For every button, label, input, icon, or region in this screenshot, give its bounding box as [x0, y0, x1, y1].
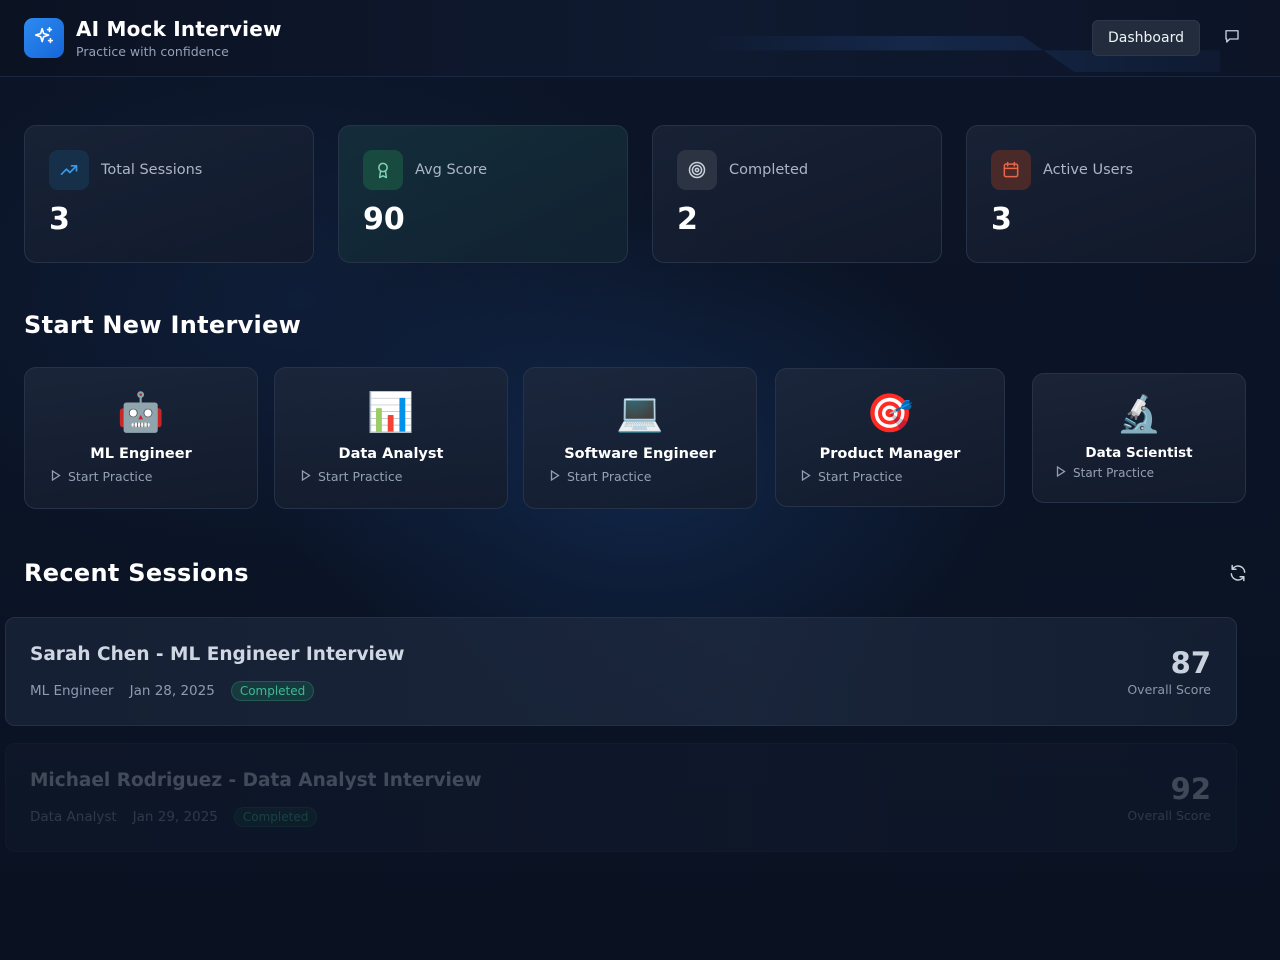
stat-label: Avg Score: [415, 162, 488, 178]
session-role: Data Analyst: [30, 809, 117, 825]
session-row[interactable]: Sarah Chen - ML Engineer Interview ML En…: [5, 617, 1237, 726]
start-practice-link[interactable]: Start Practice: [801, 469, 902, 484]
stat-card-active-users: Active Users 3: [966, 125, 1256, 263]
session-title: Sarah Chen - ML Engineer Interview: [30, 644, 405, 665]
refresh-icon: [1228, 563, 1248, 587]
role-card-software-engineer[interactable]: 💻 Software Engineer Start Practice: [523, 367, 757, 509]
stat-value: 2: [677, 202, 698, 237]
play-icon: [801, 469, 811, 484]
start-practice-label: Start Practice: [567, 469, 652, 484]
stat-card-completed: Completed 2: [652, 125, 942, 263]
chat-button[interactable]: [1216, 26, 1248, 50]
stat-value: 90: [363, 202, 405, 237]
score-label: Overall Score: [1127, 808, 1211, 823]
recent-sessions-heading: Recent Sessions: [24, 559, 249, 587]
app-title: AI Mock Interview: [76, 17, 282, 41]
award-icon: [363, 150, 403, 190]
role-name: Software Engineer: [564, 446, 716, 462]
session-meta: ML Engineer Jan 28, 2025 Completed: [30, 681, 315, 701]
app-header: AI Mock Interview Practice with confiden…: [0, 0, 1280, 77]
score-label: Overall Score: [1127, 682, 1211, 697]
start-practice-label: Start Practice: [818, 469, 903, 484]
laptop-icon: 💻: [616, 390, 664, 434]
stat-card-avg-score: Avg Score 90: [338, 125, 628, 263]
robot-icon: 🤖: [117, 390, 165, 434]
session-score: 87: [1170, 646, 1211, 680]
stat-label: Active Users: [1043, 162, 1134, 178]
start-practice-label: Start Practice: [1073, 466, 1155, 480]
session-date: Jan 29, 2025: [132, 809, 218, 825]
microscope-icon: 🔬: [1116, 394, 1162, 435]
calendar-icon: [991, 150, 1031, 190]
trending-up-icon: [49, 150, 89, 190]
start-interview-heading: Start New Interview: [24, 311, 302, 339]
start-practice-link[interactable]: Start Practice: [550, 469, 651, 484]
play-icon: [51, 469, 61, 484]
play-icon: [1056, 465, 1066, 480]
stat-card-total-sessions: Total Sessions 3: [24, 125, 314, 263]
play-icon: [301, 469, 311, 484]
sparkles-icon: [33, 25, 55, 51]
stat-label: Completed: [729, 162, 809, 178]
start-practice-label: Start Practice: [318, 469, 403, 484]
stat-value: 3: [49, 202, 70, 237]
role-card-data-analyst[interactable]: 📊 Data Analyst Start Practice: [274, 367, 508, 509]
session-score: 92: [1170, 772, 1211, 806]
start-practice-link[interactable]: Start Practice: [51, 469, 152, 484]
role-name: Data Scientist: [1085, 445, 1193, 461]
session-role: ML Engineer: [30, 683, 114, 699]
app-subtitle: Practice with confidence: [76, 44, 229, 59]
dashboard-button[interactable]: Dashboard: [1092, 20, 1200, 56]
role-card-ml-engineer[interactable]: 🤖 ML Engineer Start Practice: [24, 367, 258, 509]
status-badge: Completed: [233, 807, 318, 827]
play-icon: [550, 469, 560, 484]
start-practice-link[interactable]: Start Practice: [1056, 465, 1155, 480]
status-badge: Completed: [230, 681, 315, 701]
role-card-product-manager[interactable]: 🎯 Product Manager Start Practice: [775, 368, 1005, 507]
bar-chart-icon: 📊: [367, 390, 415, 434]
app-logo[interactable]: [24, 18, 64, 58]
target-dart-icon: 🎯: [866, 391, 914, 435]
session-date: Jan 28, 2025: [129, 683, 215, 699]
role-card-data-scientist[interactable]: 🔬 Data Scientist Start Practice: [1032, 373, 1246, 503]
start-practice-link[interactable]: Start Practice: [301, 469, 402, 484]
start-practice-label: Start Practice: [68, 469, 153, 484]
stat-value: 3: [991, 202, 1012, 237]
refresh-button[interactable]: [1226, 563, 1250, 587]
stat-label: Total Sessions: [101, 162, 203, 178]
role-name: ML Engineer: [90, 446, 192, 462]
target-icon: [677, 150, 717, 190]
session-title: Michael Rodriguez - Data Analyst Intervi…: [30, 770, 482, 791]
session-row[interactable]: Michael Rodriguez - Data Analyst Intervi…: [5, 743, 1237, 852]
role-name: Data Analyst: [338, 446, 444, 462]
session-meta: Data Analyst Jan 29, 2025 Completed: [30, 807, 318, 827]
role-name: Product Manager: [819, 446, 961, 462]
message-square-icon: [1223, 27, 1241, 49]
